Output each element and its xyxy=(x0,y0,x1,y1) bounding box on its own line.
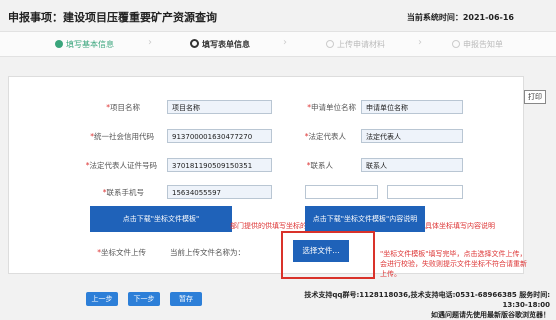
step-label: 填写表单信息 xyxy=(202,40,250,49)
support-line-3: 如遇问题请先使用最新版谷歌浏览器！ xyxy=(431,311,550,319)
extra-input-2[interactable] xyxy=(387,185,463,199)
system-date: 当前系统时间：2021-06-16 xyxy=(407,12,514,23)
system-date-label: 当前系统时间： xyxy=(406,13,463,22)
pending-step-icon xyxy=(452,40,460,48)
pending-step-icon xyxy=(326,40,334,48)
credit-code-label: *统一社会信用代码 xyxy=(90,132,154,141)
project-name-input[interactable]: 项目名称 xyxy=(167,100,272,114)
step-notice: 申报告知单 xyxy=(452,39,503,50)
current-step-icon xyxy=(190,39,199,48)
legal-rep-id-label: *法定代表人证件号码 xyxy=(85,161,157,170)
step-label: 申报告知单 xyxy=(463,40,503,49)
applicant-name-input[interactable]: 申请单位名称 xyxy=(361,100,463,114)
upload-label: *坐标文件上传 xyxy=(97,248,146,257)
step-label: 填写基本信息 xyxy=(66,40,114,49)
prev-step-button[interactable]: 上一步 xyxy=(86,292,118,306)
contact-phone-label: *联系手机号 xyxy=(102,188,144,197)
project-name-label: *项目名称 xyxy=(106,103,140,112)
step-form-info: 填写表单信息 xyxy=(190,39,250,50)
print-button[interactable]: 打印 xyxy=(524,90,546,104)
chevron-right-icon: › xyxy=(283,37,287,48)
legal-rep-input[interactable]: 法定代表人 xyxy=(361,129,463,143)
next-step-button[interactable]: 下一步 xyxy=(128,292,160,306)
save-draft-button[interactable]: 暂存 xyxy=(170,292,202,306)
current-file-label: 当前上传文件名称为： xyxy=(170,248,245,257)
chevron-right-icon: › xyxy=(418,37,422,48)
step-basic-info: 填写基本信息 xyxy=(55,39,114,50)
extra-input-1[interactable] xyxy=(305,185,378,199)
system-date-value: 2021-06-16 xyxy=(462,13,514,22)
applicant-name-label: *申请单位名称 xyxy=(307,103,356,112)
legal-rep-id-input[interactable]: 370181190509150351 xyxy=(167,158,272,172)
contact-input[interactable]: 联系人 xyxy=(361,158,463,172)
support-info: 技术支持qq群号:1128118036,技术支持电话:0531-68966385… xyxy=(304,290,550,320)
step-upload-materials: 上传申请材料 xyxy=(326,39,385,50)
support-line-1: 技术支持qq群号:1128118036,技术支持电话:0531-68966385… xyxy=(304,291,550,299)
chevron-right-icon: › xyxy=(148,37,152,48)
choose-file-button[interactable]: 选择文件... xyxy=(293,240,349,262)
credit-code-input[interactable]: 913700001630477270 xyxy=(167,129,272,143)
step-label: 上传申请材料 xyxy=(337,40,385,49)
upload-note: "坐标文件模板"填写完毕，点击选择文件上传，会进行校验，失败则提示文件坐标不符合… xyxy=(380,250,527,278)
legal-rep-label: *法定代表人 xyxy=(304,132,346,141)
page-title: 申报事项：建设项目压覆重要矿产资源查询 xyxy=(8,11,217,24)
support-line-2: 13:30-18:00 xyxy=(502,301,550,309)
contact-label: *联系人 xyxy=(306,161,333,170)
download-content-button[interactable]: 点击下载"坐标文件模板"内容说明 xyxy=(305,206,425,232)
contact-phone-input[interactable]: 15634055597 xyxy=(167,185,272,199)
step-bar: 填写基本信息 › 填写表单信息 › 上传申请材料 › 申报告知单 xyxy=(0,31,556,57)
content-note: 具体坐标填写内容说明 xyxy=(425,222,495,230)
check-circle-icon xyxy=(55,40,63,48)
download-template-button[interactable]: 点击下载"坐标文件模板" xyxy=(90,206,232,232)
